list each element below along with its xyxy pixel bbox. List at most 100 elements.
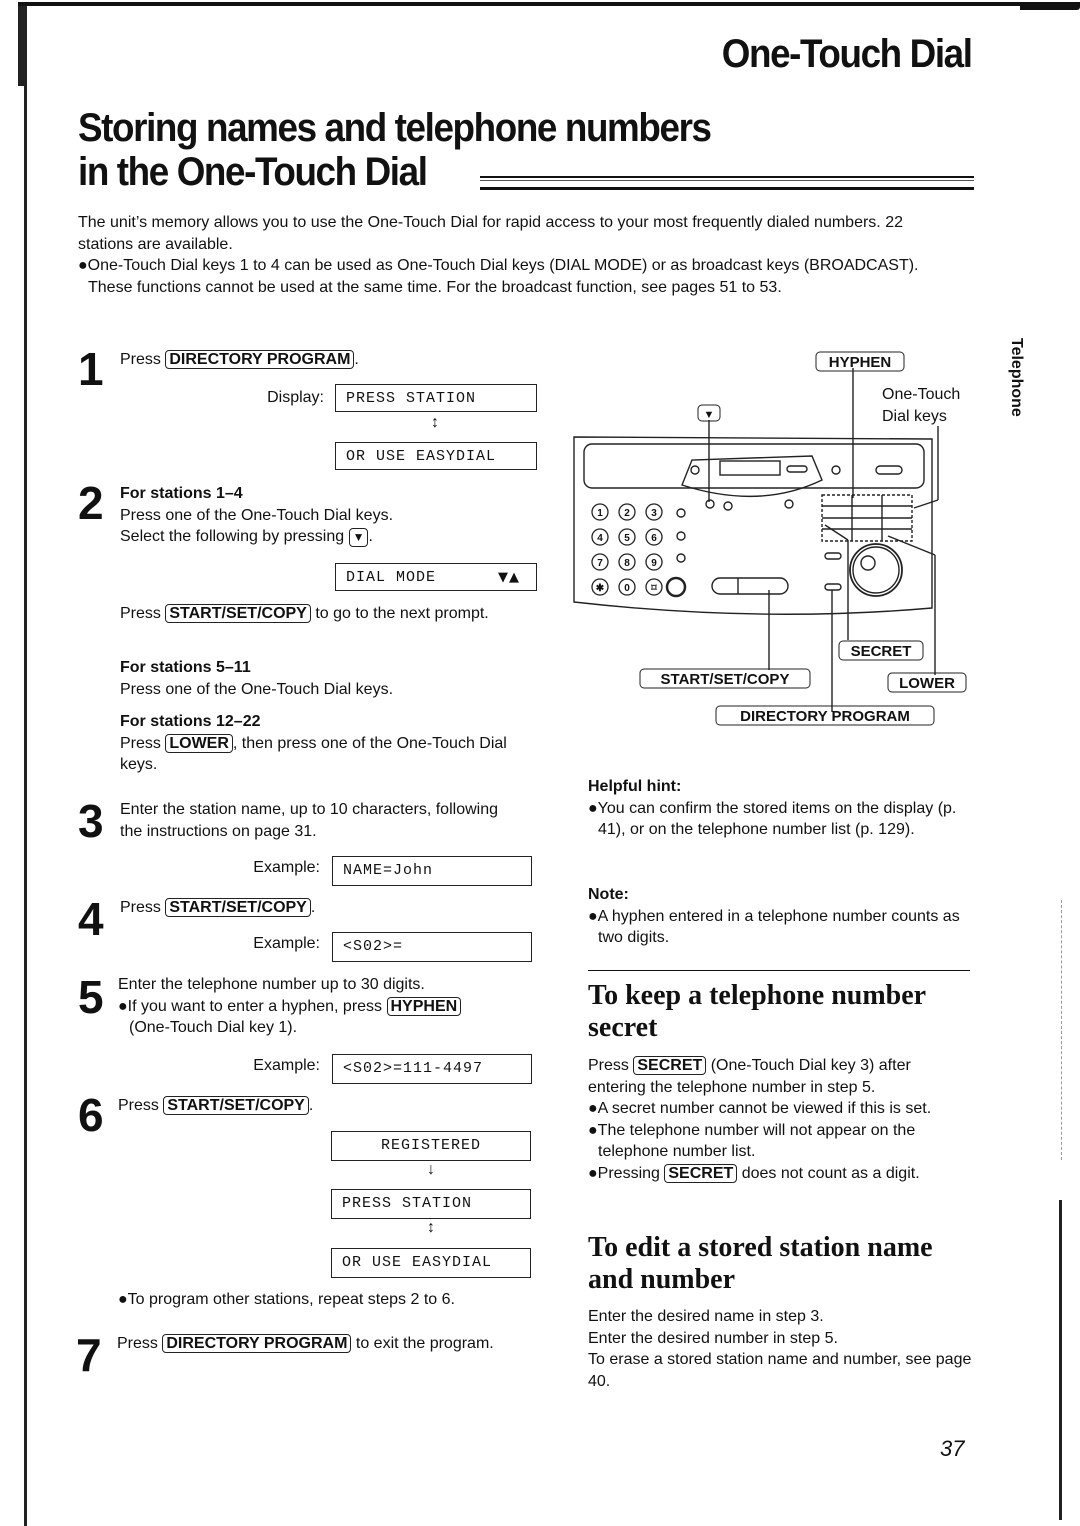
stations-5-11: For stations 5–11 Press one of the One-T… <box>120 657 560 700</box>
side-tab-label: Telephone <box>1008 338 1025 417</box>
step-3-text: Enter the station name, up to 10 charact… <box>120 801 498 840</box>
updown-arrow-icon: ↕ <box>431 414 439 431</box>
step-6-text: Press START/SET/COPY. <box>118 1095 313 1117</box>
stations-1-4-line-2: Select the following by pressing ▼. <box>120 526 560 548</box>
step-1-text: Press DIRECTORY PROGRAM. <box>120 349 359 371</box>
intro: The unit’s memory allows you to use the … <box>78 212 958 298</box>
edit-section-body: Enter the desired name in step 3. Enter … <box>588 1306 973 1392</box>
panel-button-circle <box>723 501 733 511</box>
page-edge-right <box>1059 1200 1062 1520</box>
select-text: Select the following by pressing <box>120 528 345 545</box>
keypad-key-label: 5 <box>624 533 630 544</box>
step-4-period: . <box>310 899 316 916</box>
lower-key: LOWER <box>165 733 233 753</box>
stations-12-22: For stations 12–22 Press LOWER, then pre… <box>120 711 540 776</box>
select-period: . <box>368 528 373 545</box>
lower-label: LOWER <box>899 675 955 692</box>
secret-key: SECRET <box>664 1163 738 1183</box>
step-number-7: 7 <box>76 1329 102 1381</box>
stations-1-4-heading: For stations 1–4 <box>120 485 243 502</box>
secret-bullet-1: ●A secret number cannot be viewed if thi… <box>588 1100 932 1117</box>
stations-12-22-heading: For stations 12–22 <box>120 713 261 730</box>
display-label: Display: <box>267 389 324 406</box>
keypad-key-label: 2 <box>624 508 630 519</box>
start-set-copy-button <box>711 577 789 595</box>
secret-section-heading: To keep a telephone number secret <box>588 980 926 1043</box>
page-edge-left-shadow <box>18 6 26 86</box>
edit-line-2: Enter the desired number in step 5. <box>588 1329 838 1347</box>
page-edge-top <box>18 2 1080 6</box>
lcd-registered: REGISTERED <box>331 1131 531 1161</box>
step-6-press: Press <box>118 1097 159 1114</box>
directory-program-button <box>824 583 842 591</box>
fax-panel-diagram: 1 2 3 4 5 6 7 8 9 ✱ 0 ⌑ HYPHEN ▼ SECRET START/SET/C… <box>560 340 1000 740</box>
panel-button-circle <box>831 465 841 475</box>
lcd-s02: <S02>= <box>332 932 532 962</box>
down-key-icon: ▼ <box>348 528 369 547</box>
secret-press: Press <box>588 1057 629 1074</box>
edit-line-1: Enter the desired name in step 3. <box>588 1308 824 1325</box>
keypad-key-label: 9 <box>651 558 657 569</box>
example-label-4: Example: <box>253 935 320 952</box>
lcd-or-use-easydial: OR USE EASYDIAL <box>335 442 537 470</box>
step-5-text: Enter the telephone number up to 30 digi… <box>118 974 538 1039</box>
panel-button-oval <box>786 465 808 473</box>
side-tab: Telephone <box>1005 338 1045 438</box>
next-prompt-text: to go to the next prompt. <box>315 605 489 622</box>
lcd-press-station-2: PRESS STATION <box>331 1189 531 1219</box>
keypad-key-label: 3 <box>651 508 657 519</box>
updown-arrow-icon-2: ↕ <box>427 1219 435 1236</box>
display-bezel <box>681 455 823 498</box>
step-7-text: Press DIRECTORY PROGRAM to exit the prog… <box>117 1333 517 1355</box>
step-4-press: Press <box>120 899 161 916</box>
page-number: 37 <box>940 1436 965 1461</box>
hyphen-key: HYPHEN <box>386 996 462 1016</box>
keypad-key-label: 7 <box>597 558 603 569</box>
lcd-dial-mode: DIAL MODE ▼▲ <box>335 563 537 591</box>
directory-program-key: DIRECTORY PROGRAM <box>165 350 355 369</box>
step-2-press: Press <box>120 605 161 622</box>
step-number-2: 2 <box>78 477 104 529</box>
section-divider <box>588 970 970 971</box>
repeat-steps-bullet: ●To program other stations, repeat steps… <box>118 1291 455 1308</box>
secret-label: SECRET <box>851 643 912 660</box>
secret-key: SECRET <box>633 1056 707 1075</box>
step-2-next-prompt: Press START/SET/COPY to go to the next p… <box>120 603 540 625</box>
page-edge-right-dashed <box>1061 900 1063 1160</box>
keypad-key-label: ✱ <box>596 583 605 594</box>
panel-button-oval <box>875 465 903 475</box>
step-number-6: 6 <box>78 1089 104 1141</box>
page-edge-left <box>24 6 27 1526</box>
step-4-text: Press START/SET/COPY. <box>120 897 315 919</box>
hyphen-bullet-text: ●If you want to enter a hyphen, press <box>118 997 383 1015</box>
keypad-key-label: ⌑ <box>650 583 657 594</box>
step-number-3: 3 <box>78 795 104 847</box>
lcd-name-john: NAME=John <box>332 856 532 886</box>
secret-bullet-3-post: does not count as a digit. <box>741 1164 920 1182</box>
panel-button-circle <box>784 499 794 509</box>
helpful-hint-title: Helpful hint: <box>588 778 682 795</box>
note: Note: ●A hyphen entered in a telephone n… <box>588 884 968 949</box>
navigator-dial <box>849 543 903 597</box>
step-number-4: 4 <box>78 893 104 945</box>
page-title-line-1: Storing names and telephone numbers <box>78 106 712 150</box>
panel-button-circle <box>690 465 700 475</box>
exit-program-text: to exit the program. <box>355 1335 494 1352</box>
step-2-text: For stations 1–4 Press one of the One-To… <box>120 483 560 548</box>
step-1-press: Press <box>120 351 161 368</box>
stations-12-22-text: Press LOWER, then press one of the One-T… <box>120 733 540 776</box>
step-5-bullet: ●If you want to enter a hyphen, press HY… <box>118 996 538 1018</box>
one-touch-label-line-2: Dial keys <box>882 408 947 425</box>
lcd-or-use-easydial-2: OR USE EASYDIAL <box>331 1248 531 1278</box>
step-1-period: . <box>354 351 359 368</box>
step-5-instruction: Enter the telephone number up to 30 digi… <box>118 976 425 993</box>
updown-triangle-icon: ▼▲ <box>498 570 520 585</box>
start-set-copy-key: START/SET/COPY <box>163 1096 309 1115</box>
step-number-5: 5 <box>78 971 104 1023</box>
keypad-key-label: 0 <box>624 583 630 594</box>
fax-panel-svg: 1 2 3 4 5 6 7 8 9 ✱ 0 ⌑ HYPHEN ▼ SECRET START/SET/C… <box>573 351 967 726</box>
stations-1-4-line-1: Press one of the One-Touch Dial keys. <box>120 506 394 524</box>
example-label-5: Example: <box>253 1057 320 1074</box>
example-label-3: Example: <box>253 859 320 876</box>
stations-5-11-text: Press one of the One-Touch Dial keys. <box>120 680 394 698</box>
